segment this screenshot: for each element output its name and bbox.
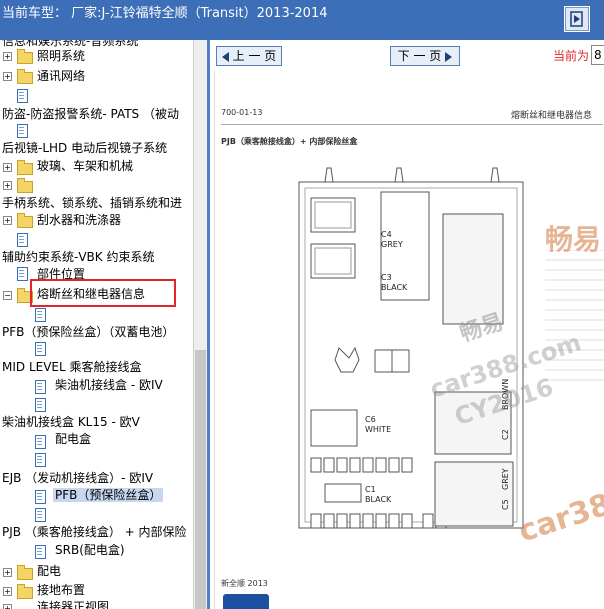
connector-c4-label: C4 (381, 230, 392, 239)
collapse-icon[interactable]: − (3, 291, 12, 300)
expand-icon[interactable]: + (3, 52, 12, 61)
highlight-box (30, 279, 176, 307)
tree-item[interactable]: SRB(配电盒) (55, 541, 125, 559)
document-icon (17, 89, 28, 103)
expand-icon[interactable]: + (3, 181, 12, 190)
connector-c6-color: WHITE (365, 425, 392, 434)
expand-icon[interactable]: + (3, 604, 12, 609)
exit-icon (570, 11, 583, 27)
tree-item[interactable]: 接地布置 (37, 581, 85, 599)
fuse-table-fragment (545, 250, 604, 381)
folder-icon (17, 160, 33, 175)
folder-icon (17, 565, 33, 580)
current-page-input[interactable]: 8 (591, 45, 604, 65)
tree-item[interactable]: 照明系统 (37, 47, 85, 65)
watermark-brand: 畅易 (545, 223, 602, 256)
document-icon (17, 267, 28, 281)
next-page-button[interactable]: 下 一 页 (390, 46, 460, 66)
folder-icon (17, 178, 33, 193)
tree-item[interactable]: PJB （乘客舱接线盒） + 内部保险 (2, 523, 187, 541)
folder-icon (17, 584, 33, 599)
title-bar: 当前车型： 厂家:J-江铃福特全顺（Transit）2013-2014 (0, 0, 604, 40)
arrow-right-icon (445, 51, 453, 62)
connector-c4-color: GREY (381, 240, 403, 249)
document-icon (35, 435, 46, 449)
document-icon (35, 508, 46, 522)
document-viewer: 上 一 页 下 一 页 当前为 8 700-01-13 熔断丝和继电器信息 PJ… (210, 40, 604, 609)
tree-item[interactable]: 防盗-防盗报警系统- PATS （被动 (2, 105, 179, 123)
manual-page: 700-01-13 熔断丝和继电器信息 PJB（乘客舱接线盒）+ 内部保险丝盒 (214, 70, 604, 609)
page-section: 熔断丝和继电器信息 (511, 111, 593, 121)
tree-item[interactable]: 通讯网络 (37, 67, 85, 85)
tree-item[interactable]: 连接器正视图 (37, 598, 109, 609)
page-code: 700-01-13 (221, 108, 263, 117)
document-icon (35, 398, 46, 412)
tree-item-selected[interactable]: PFB（预保险丝盒） (53, 486, 164, 504)
expand-icon[interactable]: + (3, 587, 12, 596)
document-icon (17, 124, 28, 138)
divider (221, 124, 603, 125)
tree-item[interactable]: 手柄系统、锁系统、插销系统和进 (2, 194, 182, 212)
document-icon (35, 342, 46, 356)
page-footer: 新全顺 2013 (221, 579, 268, 588)
connector-c1-label: C1 (365, 485, 376, 494)
connector-c2-label: C2 (501, 429, 510, 440)
folder-icon (17, 213, 33, 228)
tree-scrollbar[interactable] (193, 40, 208, 609)
tree-item[interactable]: 刮水器和洗涤器 (37, 211, 121, 229)
tree-item[interactable]: EJB （发动机接线盒）- 欧IV (2, 469, 153, 487)
document-icon (17, 233, 28, 247)
tree-item[interactable]: MID LEVEL 乘客舱接线盒 (2, 358, 142, 376)
tree-item[interactable]: 玻璃、车架和机械 (37, 157, 133, 175)
expand-icon[interactable]: + (3, 216, 12, 225)
vehicle-title: 当前车型： 厂家:J-江铃福特全顺（Transit）2013-2014 (2, 6, 328, 21)
tree-item[interactable]: 后视镜-LHD 电动后视镜子系统 (2, 139, 167, 157)
connector-c3-color: BLACK (381, 283, 408, 292)
document-icon (35, 545, 46, 559)
connector-c3-label: C3 (381, 273, 392, 282)
exit-button[interactable] (564, 6, 590, 32)
connector-c5-label: C5 (501, 499, 510, 510)
folder-icon (17, 69, 33, 84)
folder-icon (17, 49, 33, 64)
arrow-left-icon (221, 51, 229, 62)
expand-icon[interactable]: + (3, 568, 12, 577)
document-icon (35, 308, 46, 322)
scrollbar-thumb[interactable] (195, 350, 206, 609)
tree-item[interactable]: 配电 (37, 562, 61, 580)
expand-icon[interactable]: + (3, 163, 12, 172)
tree-item[interactable]: 辅助约束系统-VBK 约束系统 (2, 248, 154, 266)
category-tree: 信息和娱乐系统-音频系统 + 照明系统 + 通讯网络 防盗-防盗报警系统- PA… (0, 40, 193, 609)
logo-badge (223, 594, 269, 609)
document-icon (35, 490, 46, 504)
prev-page-button[interactable]: 上 一 页 (216, 46, 282, 66)
expand-icon[interactable]: + (3, 72, 12, 81)
connector-c1-color: BLACK (365, 495, 392, 504)
connector-c5-color: GREY (501, 468, 510, 490)
tree-item[interactable]: 柴油机接线盒 KL15 - 欧V (2, 413, 140, 431)
document-icon (35, 453, 46, 467)
current-page-label: 当前为 (553, 49, 590, 63)
tree-item[interactable]: PFB（预保险丝盒）（双蓄电池） (2, 323, 174, 341)
page-subtitle: PJB（乘客舱接线盒）+ 内部保险丝盒 (221, 137, 358, 146)
fuse-box-diagram (298, 167, 524, 529)
tree-item[interactable]: 配电盒 (55, 430, 91, 448)
tree-item[interactable]: 柴油机接线盒 - 欧IV (55, 376, 163, 394)
connector-c6-label: C6 (365, 415, 376, 424)
document-icon (35, 380, 46, 394)
